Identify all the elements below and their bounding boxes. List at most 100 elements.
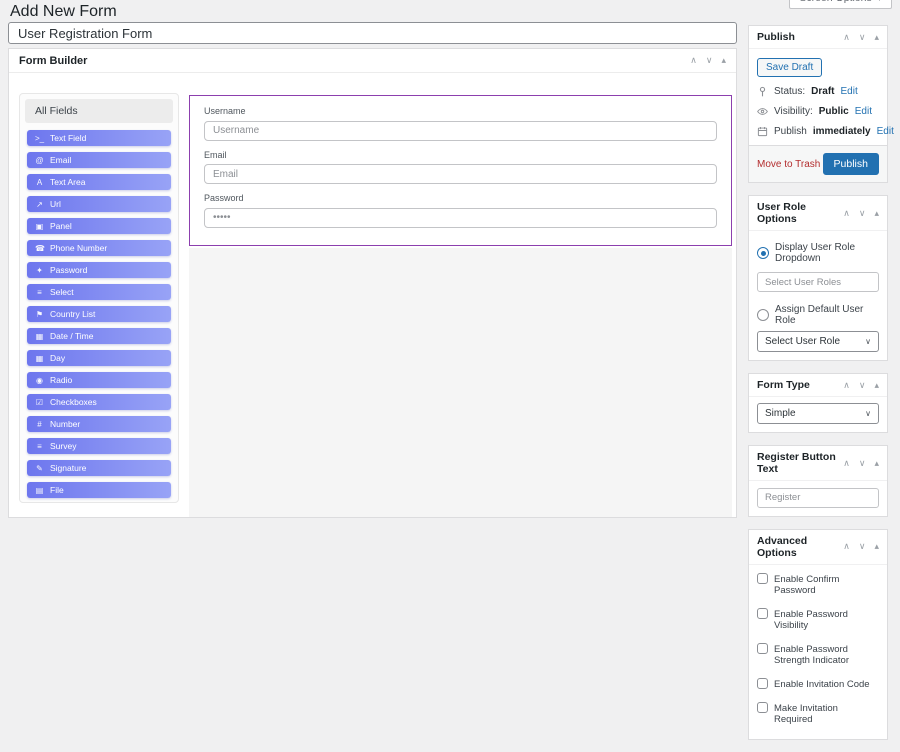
- preview-field[interactable]: Email: [204, 150, 717, 194]
- survey-icon: ≡: [37, 441, 42, 451]
- form-preview-dropzone[interactable]: Username Email Password: [189, 95, 732, 246]
- preview-field-input[interactable]: [204, 207, 717, 228]
- advanced-option-row[interactable]: Enable Confirm Password: [757, 567, 879, 602]
- move-up-icon[interactable]: ∧: [843, 32, 850, 42]
- move-to-trash-link[interactable]: Move to Trash: [757, 159, 820, 170]
- form-builder-header[interactable]: Form Builder ∧ ∨ ▴: [9, 49, 736, 73]
- key-icon: ✦: [36, 265, 43, 275]
- field-type-button[interactable]: ☑ Checkboxes: [27, 394, 171, 410]
- default-role-select-value: Select User Role: [765, 336, 841, 347]
- file-icon: ▤: [35, 485, 44, 495]
- checkbox-unchecked-icon[interactable]: [757, 701, 768, 713]
- field-type-button[interactable]: ⚑ Country List: [27, 306, 171, 322]
- publish-time-value: immediately: [812, 126, 871, 137]
- metabox-controls: ∧ ∨ ▴: [843, 32, 879, 42]
- edit-schedule-link[interactable]: Edit: [877, 126, 894, 137]
- field-type-button[interactable]: ✎ Signature: [27, 460, 171, 476]
- toggle-panel-icon[interactable]: ▴: [721, 56, 726, 65]
- field-type-button[interactable]: @ Email: [27, 152, 171, 168]
- toggle-panel-icon[interactable]: ▴: [874, 458, 879, 468]
- advanced-option-row[interactable]: Enable Invitation Code: [757, 672, 879, 696]
- select-user-roles-input[interactable]: [757, 272, 879, 292]
- form-title-input[interactable]: [8, 22, 737, 44]
- field-type-button[interactable]: ◉ Radio: [27, 372, 171, 388]
- field-type-label: Panel: [50, 221, 72, 231]
- screen-options-button[interactable]: Screen Options ▾: [789, 0, 892, 9]
- status-value: Draft: [811, 86, 835, 97]
- user-role-options-header[interactable]: User Role Options ∧ ∨ ▴: [749, 196, 887, 231]
- page-title: Add New Form: [10, 3, 117, 20]
- display-role-dropdown-option[interactable]: Display User Role Dropdown: [757, 242, 879, 264]
- preview-field-input[interactable]: [204, 164, 717, 184]
- checkbox-unchecked-icon[interactable]: [757, 642, 768, 654]
- publish-title: Publish: [757, 31, 795, 43]
- field-type-button[interactable]: ▣ Panel: [27, 218, 171, 234]
- advanced-options-header[interactable]: Advanced Options ∧ ∨ ▴: [749, 530, 887, 565]
- preview-field[interactable]: Username: [204, 106, 717, 150]
- move-down-icon[interactable]: ∨: [859, 208, 866, 218]
- field-type-button[interactable]: ▦ Date / Time: [27, 328, 171, 344]
- field-type-button[interactable]: ▦ Day: [27, 350, 171, 366]
- move-down-icon[interactable]: ∨: [859, 542, 866, 551]
- chevron-down-icon: ∨: [865, 337, 871, 346]
- move-down-icon[interactable]: ∨: [859, 380, 866, 390]
- metabox-controls: ∧ ∨ ▴: [843, 380, 879, 390]
- field-type-label: Password: [50, 265, 88, 275]
- field-type-label: Select: [50, 287, 74, 297]
- checkbox-unchecked-icon[interactable]: [757, 677, 768, 689]
- terminal-icon: >_: [35, 133, 45, 143]
- form-preview-canvas[interactable]: [189, 247, 732, 517]
- all-fields-title: All Fields: [25, 99, 173, 123]
- move-down-icon[interactable]: ∨: [706, 56, 713, 65]
- form-type-header[interactable]: Form Type ∧ ∨ ▴: [749, 374, 887, 397]
- chevron-down-icon: ∨: [865, 409, 871, 418]
- form-type-select[interactable]: Simple ∨: [757, 403, 879, 424]
- move-up-icon[interactable]: ∧: [843, 380, 850, 390]
- publish-header[interactable]: Publish ∧ ∨ ▴: [749, 26, 887, 49]
- move-down-icon[interactable]: ∨: [859, 32, 866, 42]
- calendar-icon: ▦: [35, 353, 44, 363]
- hash-icon: #: [37, 419, 42, 429]
- toggle-panel-icon[interactable]: ▴: [874, 32, 879, 42]
- publish-button[interactable]: Publish: [822, 153, 879, 175]
- preview-field[interactable]: Password: [204, 193, 717, 237]
- advanced-option-label: Make Invitation Required: [774, 702, 838, 725]
- edit-visibility-link[interactable]: Edit: [855, 106, 872, 117]
- checkbox-unchecked-icon[interactable]: [757, 572, 768, 584]
- toggle-panel-icon[interactable]: ▴: [874, 542, 879, 551]
- assign-default-role-option[interactable]: Assign Default User Role: [757, 304, 879, 326]
- field-type-button[interactable]: ↗ Url: [27, 196, 171, 212]
- toggle-panel-icon[interactable]: ▴: [874, 208, 879, 218]
- field-type-button[interactable]: ≡ Select: [27, 284, 171, 300]
- checkbox-unchecked-icon[interactable]: [757, 607, 768, 619]
- radio-selected-icon[interactable]: [757, 247, 769, 259]
- field-type-label: Day: [50, 353, 66, 363]
- field-type-button[interactable]: ✦ Password: [27, 262, 171, 278]
- panel-icon: ▣: [35, 221, 44, 231]
- move-down-icon[interactable]: ∨: [859, 458, 866, 468]
- field-type-label: Country List: [50, 309, 96, 319]
- move-up-icon[interactable]: ∧: [843, 542, 850, 551]
- field-type-button[interactable]: >_ Text Field: [27, 130, 171, 146]
- register-button-text-input[interactable]: [757, 487, 879, 508]
- default-role-select[interactable]: Select User Role ∨: [757, 331, 879, 352]
- register-button-text-header[interactable]: Register Button Text ∧ ∨ ▴: [749, 446, 887, 481]
- advanced-option-row[interactable]: Make Invitation Required: [757, 696, 879, 731]
- letter-a-icon: A: [36, 177, 43, 187]
- field-type-button[interactable]: ▤ File: [27, 482, 171, 498]
- field-type-button[interactable]: ≡ Survey: [27, 438, 171, 454]
- edit-status-link[interactable]: Edit: [840, 86, 857, 97]
- move-up-icon[interactable]: ∧: [843, 458, 850, 468]
- preview-field-input[interactable]: [204, 120, 717, 141]
- toggle-panel-icon[interactable]: ▴: [874, 380, 879, 390]
- radio-unselected-icon[interactable]: [757, 309, 769, 321]
- save-draft-button[interactable]: Save Draft: [757, 58, 823, 77]
- flag-icon: ⚑: [35, 309, 44, 319]
- advanced-option-row[interactable]: Enable Password Visibility: [757, 602, 879, 637]
- field-type-button[interactable]: ☎ Phone Number: [27, 240, 171, 256]
- field-type-button[interactable]: A Text Area: [27, 174, 171, 190]
- move-up-icon[interactable]: ∧: [690, 56, 697, 65]
- field-type-button[interactable]: # Number: [27, 416, 171, 432]
- move-up-icon[interactable]: ∧: [843, 208, 850, 218]
- advanced-option-row[interactable]: Enable Password Strength Indicator: [757, 637, 879, 672]
